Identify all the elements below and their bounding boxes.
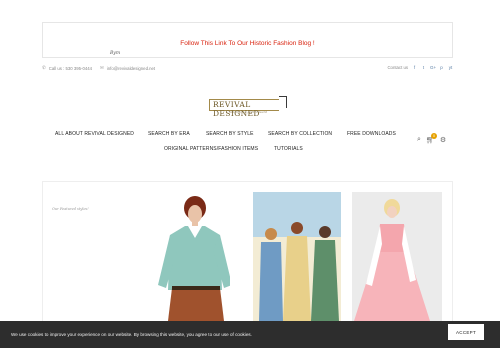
youtube-icon[interactable]: yt (448, 65, 453, 70)
logo-tagline: reliving the past forward (229, 110, 267, 114)
nav-item-era[interactable]: SEARCH BY ERA (148, 131, 190, 137)
email-info[interactable]: ✉ info@revivaldesigned.net (100, 65, 155, 71)
cart-count-badge: 0 (430, 133, 437, 139)
announcement-bar: Follow This Link To Our Historic Fashion… (42, 22, 453, 58)
nav-item-downloads[interactable]: FREE DOWNLOADS (347, 131, 396, 137)
signature: Bym (110, 51, 121, 56)
nav-item-patterns[interactable]: ORIGINAL PATTERNS/FASHION ITEMS (164, 146, 258, 152)
google-plus-icon[interactable]: G+ (430, 65, 436, 70)
facebook-icon[interactable]: f (412, 65, 417, 70)
phone-icon: ✆ (42, 65, 46, 70)
featured-image-pink-dress[interactable] (352, 192, 442, 321)
nav-item-tutorials[interactable]: TUTORIALS (274, 146, 303, 152)
phone-info: ✆ Call us : 530 395-0444 (42, 65, 92, 71)
featured-image-dress-illustration[interactable] (253, 192, 341, 321)
twitter-icon[interactable]: t (421, 65, 426, 70)
cookie-banner: We use cookies to improve your experienc… (0, 321, 500, 348)
page: Follow This Link To Our Historic Fashion… (0, 0, 500, 348)
top-bar: ✆ Call us : 530 395-0444 ✉ info@revivald… (42, 62, 453, 74)
contact-link[interactable]: Contact us (387, 65, 408, 70)
nav-item-about[interactable]: ALL ABOUT REVIVAL DESIGNED (55, 131, 134, 137)
search-icon[interactable]: ⌕ (417, 136, 421, 144)
featured-label: Our Featured styles! (52, 207, 89, 211)
featured-image-green-blouse[interactable] (150, 190, 230, 321)
site-logo[interactable]: REVIVAL DESIGNED reliving the past forwa… (209, 96, 287, 118)
blog-link[interactable]: Follow This Link To Our Historic Fashion… (180, 40, 315, 47)
mail-icon: ✉ (100, 65, 104, 70)
pinterest-icon[interactable]: p (439, 65, 444, 70)
nav-item-style[interactable]: SEARCH BY STYLE (206, 131, 254, 137)
nav-item-collection[interactable]: SEARCH BY COLLECTION (268, 131, 332, 137)
accept-cookies-button[interactable]: ACCEPT (448, 324, 484, 340)
nav-tools: ⌕ 🛒︎ 0 ⚙︎ (417, 133, 446, 144)
phone-text: Call us : 530 395-0444 (48, 65, 93, 71)
gear-icon[interactable]: ⚙︎ (440, 136, 446, 144)
email-text[interactable]: info@revivaldesigned.net (107, 66, 155, 71)
cookie-message: We use cookies to improve your experienc… (11, 332, 252, 337)
cart-icon[interactable]: 🛒︎ 0 (426, 133, 437, 144)
logo-name: REVIVAL DESIGNED (213, 100, 260, 118)
